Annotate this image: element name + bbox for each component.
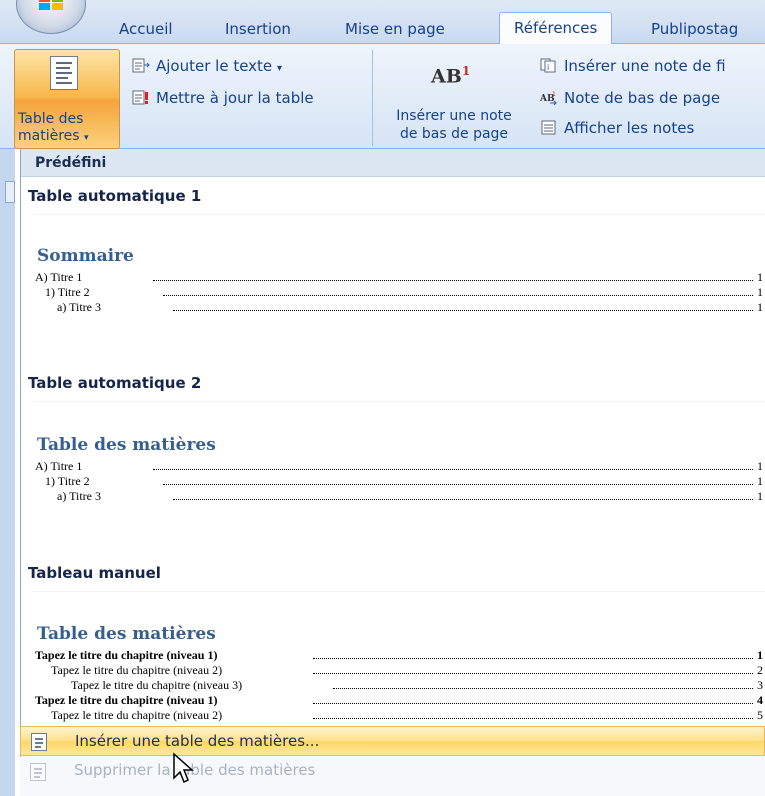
insert-footnote-label-line2: de bas de page (399, 126, 509, 142)
gallery-section-title: Table automatique 1 (28, 187, 202, 205)
preview-line: Tapez le titre du chapitre (niveau 2) 2 (51, 663, 763, 678)
preview-line: Tapez le titre du chapitre (niveau 1) 4 (35, 693, 763, 708)
update-table-icon (132, 90, 150, 105)
toc-button-label-line1: Table des (18, 111, 84, 127)
insert-endnote-label: Insérer une note de fi (564, 57, 726, 75)
chevron-down-icon: ▾ (276, 63, 282, 74)
add-text-label: Ajouter le texte (156, 57, 273, 75)
insert-toc-label: Insérer une table des matières... (75, 732, 320, 750)
insert-toc-menu-item[interactable]: Insérer une table des matières... (20, 726, 765, 756)
show-notes-label: Afficher les notes (564, 119, 695, 137)
tab-mise-en-page[interactable]: Mise en page (345, 14, 445, 44)
insert-footnote-icon: AB1 (431, 64, 471, 88)
svg-text:i: i (547, 63, 549, 72)
document-edge (0, 149, 15, 796)
document-icon (31, 733, 47, 751)
preview-line: Tapez le titre du chapitre (niveau 3) 3 (71, 678, 763, 693)
add-text-button[interactable]: Ajouter le texte ▾ (132, 57, 282, 75)
next-footnote-button[interactable]: AB 1 Note de bas de page (539, 89, 721, 107)
mouse-cursor-icon (173, 752, 194, 784)
insert-endnote-button[interactable]: i Insérer une note de fi (540, 57, 726, 75)
office-button[interactable] (16, 0, 86, 34)
gallery-item-auto-table-1[interactable]: Sommaire A) Titre 11 1) Titre 21 a) Titr… (33, 214, 765, 359)
preview-line: A) Titre 11 (35, 270, 763, 285)
gallery-header: Prédéfini (21, 149, 765, 177)
show-notes-icon (540, 120, 558, 135)
insert-footnote-label-line1: Insérer une note (396, 108, 512, 124)
preview-line: A) Titre 11 (35, 459, 763, 474)
svg-text:1: 1 (552, 91, 556, 98)
ribbon-separator (372, 50, 373, 146)
preview-line: 1) Titre 21 (45, 285, 763, 300)
preview-line: Tapez le titre du chapitre (niveau 2) 5 (51, 708, 763, 723)
chevron-down-icon: ▾ (84, 133, 89, 143)
gallery-item-manual-table[interactable]: Table des matières Tapez le titre du cha… (33, 591, 765, 736)
insert-footnote-button[interactable]: Insérer une note de bas de page (379, 107, 529, 143)
update-table-label: Mettre à jour la table (156, 89, 314, 107)
preview-line: Tapez le titre du chapitre (niveau 1) 1 (35, 648, 763, 663)
tab-accueil[interactable]: Accueil (119, 14, 173, 44)
remove-toc-menu-item[interactable]: Supprimer la table des matières (20, 757, 765, 796)
preview-line: a) Titre 31 (57, 300, 763, 315)
show-notes-button[interactable]: Afficher les notes (540, 119, 694, 137)
preview-title: Table des matières (37, 624, 216, 644)
table-of-contents-icon (50, 56, 78, 90)
update-table-button[interactable]: Mettre à jour la table (132, 89, 314, 107)
document-icon (30, 763, 46, 781)
gallery-section-title: Tableau manuel (28, 564, 161, 582)
toc-button-label-line2: matières (18, 128, 80, 144)
toc-gallery: Prédéfini Table automatique 1 Sommaire A… (20, 149, 765, 796)
preview-line: a) Titre 31 (57, 489, 763, 504)
preview-line: 1) Titre 21 (45, 474, 763, 489)
ribbon-tab-bar: Accueil Insertion Mise en page Référence… (0, 0, 765, 45)
add-text-icon (132, 58, 150, 73)
preview-title: Table des matières (37, 435, 216, 455)
gallery-section-title: Table automatique 2 (28, 374, 202, 392)
gallery-item-auto-table-2[interactable]: Table des matières A) Titre 11 1) Titre … (33, 401, 765, 546)
table-of-contents-button[interactable]: Table des matières ▾ (14, 49, 120, 149)
insert-endnote-icon: i (540, 58, 558, 73)
tab-insertion[interactable]: Insertion (225, 14, 291, 44)
office-logo-icon (39, 0, 65, 10)
next-footnote-label: Note de bas de page (564, 89, 721, 107)
tab-references[interactable]: Références (499, 12, 613, 45)
tab-publipostage[interactable]: Publipostag (651, 14, 738, 44)
next-footnote-icon: AB 1 (539, 90, 558, 106)
preview-title: Sommaire (37, 246, 134, 266)
